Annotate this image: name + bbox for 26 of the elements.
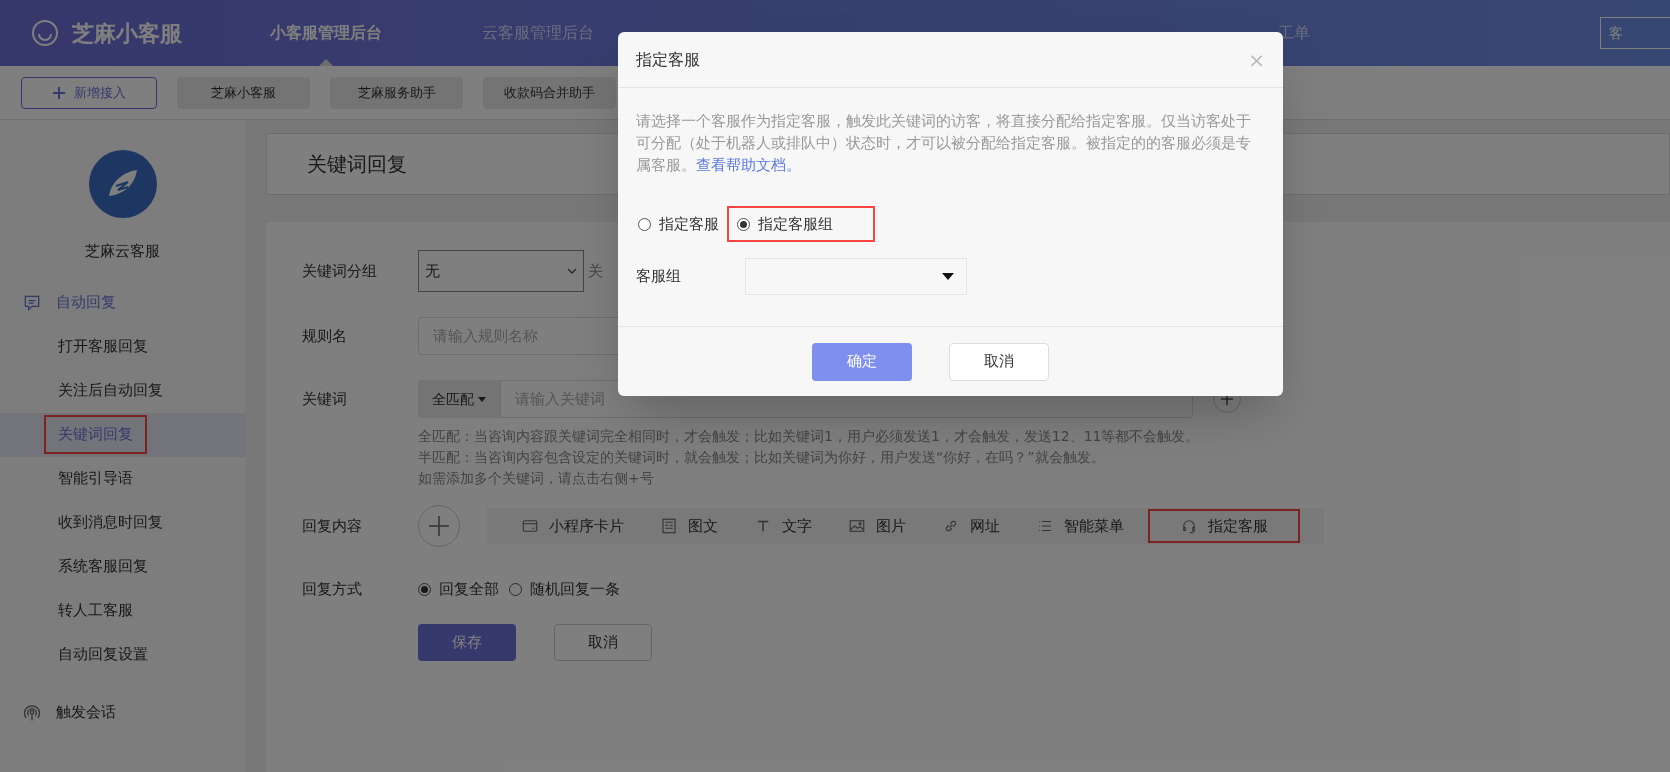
sidebar-item-label: 自动回复设置 — [57, 644, 149, 666]
radio-label: 随机回复一条 — [530, 578, 620, 600]
group-side-text: 关 — [588, 260, 603, 282]
sidebar-item-label: 收到消息时回复 — [57, 512, 164, 534]
field-label: 关键词 — [302, 388, 348, 410]
radio-label: 指定客服组 — [758, 213, 833, 235]
sidebar-item-label: 智能引导语 — [57, 468, 134, 490]
field-label: 回复内容 — [302, 515, 363, 537]
dialog-description: 请选择一个客服作为指定客服，触发此关键词的访客，将直接分配给指定客服。仅当访客处于可分配（处于机器人或排队中）状态时，才可以被分配给指定客服。被指定的的客服必须是专属客服。查看帮助文档。 — [636, 111, 1252, 175]
hint-text: 半匹配：当咨询内容包含设定的关键词时，就会触发；比如关键词为你好，用户发送“你好，在吗？”就会触发。 — [418, 448, 1106, 467]
field-label: 关键词分组 — [302, 260, 378, 282]
field-label: 回复方式 — [302, 578, 363, 600]
radio-label: 指定客服 — [659, 213, 719, 235]
field-label: 规则名 — [302, 325, 348, 347]
sidebar-item-label: 关注后自动回复 — [57, 380, 164, 402]
page-title: 关键词回复 — [307, 151, 407, 178]
radio-label: 回复全部 — [439, 578, 499, 600]
sidebar-item-label: 系统客服回复 — [57, 556, 149, 578]
sidebar-item-label: 转人工客服 — [57, 600, 134, 622]
brand-name: 芝麻小客服 — [72, 19, 182, 48]
sidebar-item-label: 打开客服回复 — [57, 336, 149, 358]
hint-text: 如需添加多个关键词，请点击右侧+号 — [418, 469, 655, 488]
sidebar-item-label: 关键词回复 — [44, 415, 147, 454]
field-label: 客服组 — [636, 266, 682, 288]
account-name: 芝麻云客服 — [85, 241, 160, 262]
dialog-title: 指定客服 — [636, 48, 700, 71]
